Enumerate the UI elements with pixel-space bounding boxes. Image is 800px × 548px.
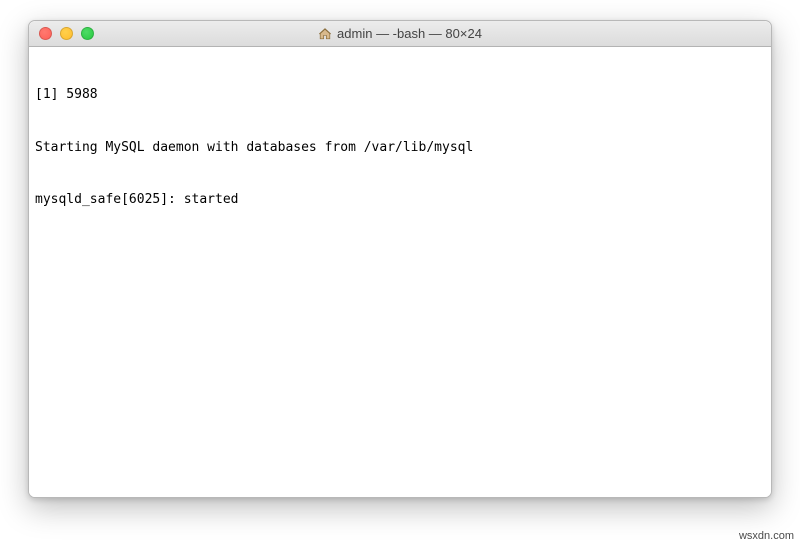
zoom-button[interactable] [81, 27, 94, 40]
terminal-body[interactable]: [1] 5988 Starting MySQL daemon with data… [29, 47, 771, 497]
traffic-lights [29, 27, 94, 40]
minimize-button[interactable] [60, 27, 73, 40]
window-title-container: admin — -bash — 80×24 [29, 26, 771, 41]
home-icon [318, 27, 332, 41]
terminal-window: admin — -bash — 80×24 [1] 5988 Starting … [28, 20, 772, 498]
close-button[interactable] [39, 27, 52, 40]
watermark: wsxdn.com [739, 530, 794, 542]
titlebar[interactable]: admin — -bash — 80×24 [29, 21, 771, 47]
terminal-line: mysqld_safe[6025]: started [35, 191, 765, 209]
terminal-line: [1] 5988 [35, 86, 765, 104]
window-title: admin — -bash — 80×24 [337, 26, 482, 41]
terminal-line: Starting MySQL daemon with databases fro… [35, 139, 765, 157]
